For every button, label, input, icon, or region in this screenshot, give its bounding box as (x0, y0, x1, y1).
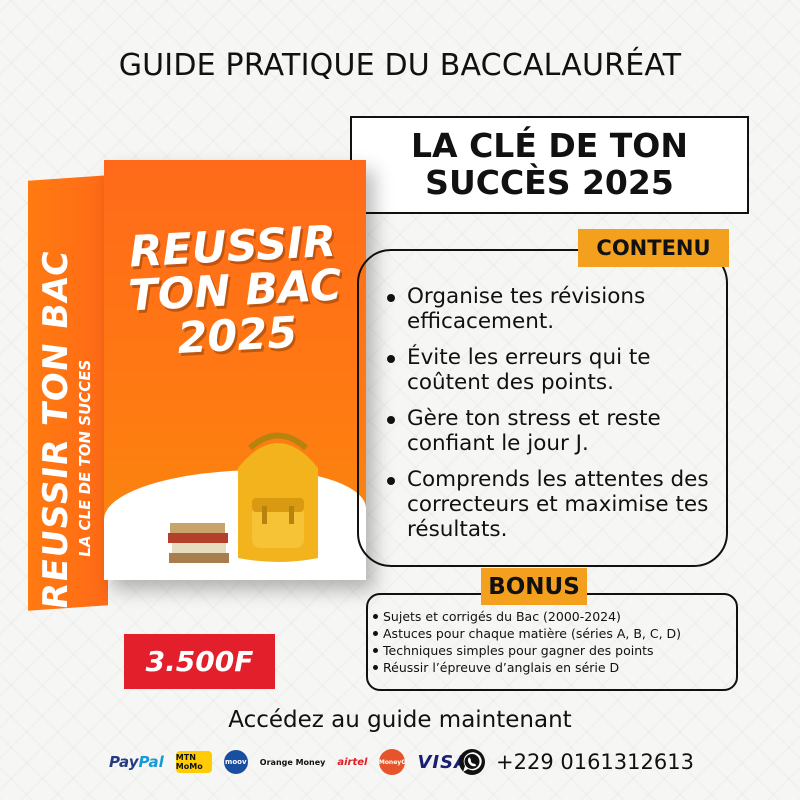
bonus-list: Sujets et corrigés du Bac (2000-2024) As… (372, 608, 734, 676)
call-to-action: Accédez au guide maintenant (228, 707, 572, 733)
content-label: CONTENU (578, 229, 729, 267)
slogan-text: LA CLÉ DE TON SUCCÈS 2025 (411, 126, 688, 202)
product-box: REUSSIR TON BAC LA CLE DE TON SUCCES REU… (28, 150, 373, 611)
phone-number[interactable]: +229 0161312613 (496, 750, 694, 774)
whatsapp-icon (459, 749, 485, 775)
slogan-box: LA CLÉ DE TON SUCCÈS 2025 (350, 116, 749, 214)
mtn-momo-logo: MTN MoMo (175, 751, 212, 773)
paypal-logo-pal: Pal (138, 753, 164, 771)
payment-methods: Pay Pal MTN MoMo moov Orange Money airtel… (109, 745, 469, 779)
bonus-item: Sujets et corrigés du Bac (2000-2024) (372, 608, 734, 625)
bonus-item: Techniques simples pour gagner des point… (372, 642, 734, 659)
price-tag: 3.500F (124, 634, 275, 689)
cover-title: REUSSIR TON BAC 2025 (127, 216, 343, 364)
moov-money-logo: moov (223, 750, 248, 774)
spine-subtitle: LA CLE DE TON SUCCES (76, 359, 94, 558)
whatsapp-contact[interactable]: +229 0161312613 (458, 748, 694, 776)
spine-title: REUSSIR TON BAC (36, 248, 76, 611)
orange-money-logo: Orange Money (259, 757, 326, 767)
bonus-item: Réussir l’épreuve d’anglais en série D (372, 659, 734, 676)
paypal-logo-pay: Pay (109, 753, 139, 771)
airtel-money-logo: airtel (337, 756, 368, 768)
product-box-spine: REUSSIR TON BAC LA CLE DE TON SUCCES (28, 175, 108, 611)
content-item: Comprends les attentes des correcteurs e… (385, 467, 725, 542)
backpack-with-books-icon (168, 432, 318, 563)
content-list: Organise tes révisions efficacement. Évi… (385, 284, 725, 553)
content-item: Évite les erreurs qui te coûtent des poi… (385, 345, 725, 395)
paypal-logo: Pay Pal (109, 753, 164, 771)
page-headline: GUIDE PRATIQUE DU BACCALAURÉAT (118, 48, 682, 83)
content-item: Organise tes révisions efficacement. (385, 284, 725, 334)
moneygram-logo: MoneyG (379, 749, 406, 775)
content-item: Gère ton stress et reste confiant le jou… (385, 406, 725, 456)
bonus-item: Astuces pour chaque matière (séries A, B… (372, 625, 734, 642)
bonus-label: BONUS (481, 568, 587, 605)
product-box-cover: REUSSIR TON BAC 2025 (104, 160, 366, 580)
